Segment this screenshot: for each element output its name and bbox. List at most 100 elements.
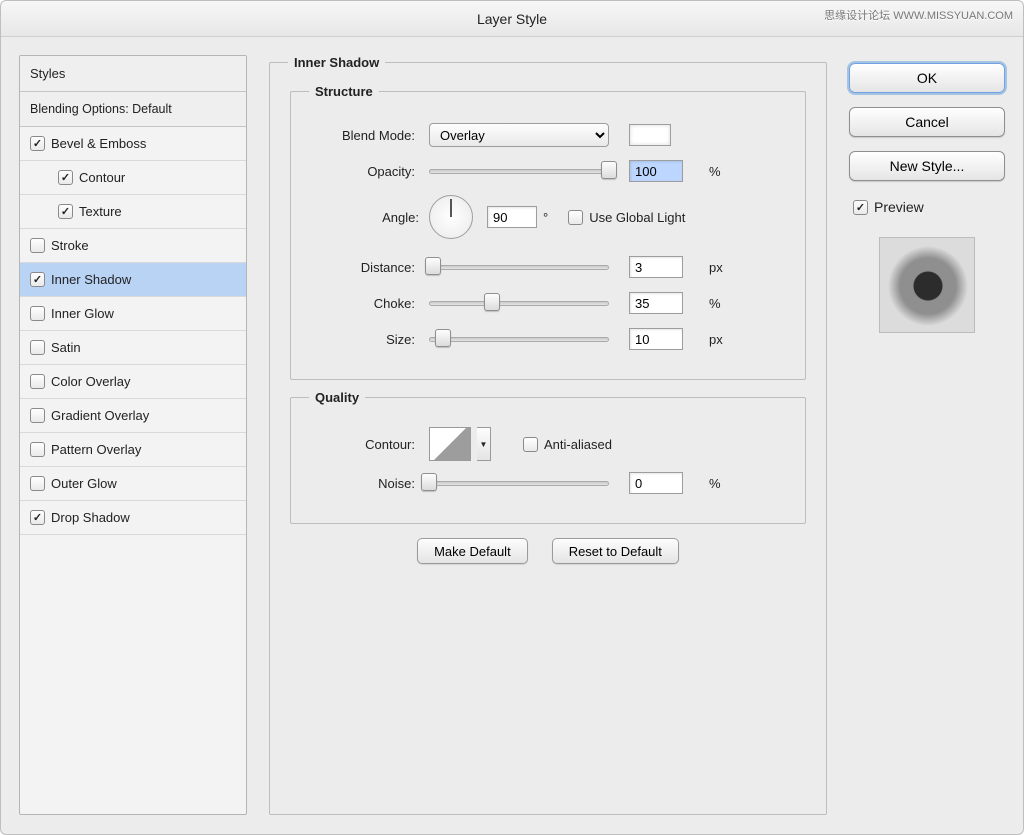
angle-input[interactable] [487, 206, 537, 228]
opacity-label: Opacity: [309, 164, 419, 179]
distance-slider[interactable] [429, 258, 609, 276]
new-style-button[interactable]: New Style... [849, 151, 1005, 181]
style-checkbox[interactable] [30, 306, 45, 321]
quality-group: Quality Contour: ▼ Anti-aliased Noise: [290, 390, 806, 524]
quality-legend: Quality [309, 390, 365, 405]
style-checkbox[interactable] [30, 238, 45, 253]
inner-shadow-legend: Inner Shadow [288, 55, 385, 70]
style-item-label: Color Overlay [51, 374, 130, 389]
noise-unit: % [709, 476, 739, 491]
style-item-label: Drop Shadow [51, 510, 130, 525]
size-unit: px [709, 332, 739, 347]
opacity-slider[interactable] [429, 162, 609, 180]
angle-unit: ° [543, 210, 548, 225]
cancel-button[interactable]: Cancel [849, 107, 1005, 137]
contour-label: Contour: [309, 437, 419, 452]
styles-sidebar: Styles Blending Options: Default Bevel &… [19, 55, 247, 815]
choke-unit: % [709, 296, 739, 311]
style-item-label: Contour [79, 170, 125, 185]
distance-label: Distance: [309, 260, 419, 275]
sidebar-item-inner-glow[interactable]: Inner Glow [20, 297, 246, 331]
preview-checkbox[interactable] [853, 200, 868, 215]
style-item-label: Inner Shadow [51, 272, 131, 287]
style-checkbox[interactable] [30, 340, 45, 355]
blend-mode-row: Blend Mode: Overlay [309, 121, 787, 149]
style-item-label: Texture [79, 204, 122, 219]
sidebar-header[interactable]: Styles [20, 56, 246, 92]
blend-mode-select[interactable]: Overlay [429, 123, 609, 147]
style-list: Bevel & Emboss Contour Texture Stroke Inner … [20, 127, 246, 535]
structure-group: Structure Blend Mode: Overlay Opacity: % [290, 84, 806, 380]
sidebar-blending-options[interactable]: Blending Options: Default [20, 92, 246, 127]
blend-mode-label: Blend Mode: [309, 128, 419, 143]
noise-slider[interactable] [429, 474, 609, 492]
noise-label: Noise: [309, 476, 419, 491]
layer-style-dialog: Layer Style 思缘设计论坛 WWW.MISSYUAN.COM Styl… [0, 0, 1024, 835]
global-light-checkbox[interactable] [568, 210, 583, 225]
size-input[interactable] [629, 328, 683, 350]
style-item-label: Gradient Overlay [51, 408, 149, 423]
sidebar-item-gradient-overlay[interactable]: Gradient Overlay [20, 399, 246, 433]
choke-input[interactable] [629, 292, 683, 314]
sidebar-item-outer-glow[interactable]: Outer Glow [20, 467, 246, 501]
style-item-label: Stroke [51, 238, 89, 253]
opacity-row: Opacity: % [309, 157, 787, 185]
sidebar-item-texture[interactable]: Texture [20, 195, 246, 229]
ok-button[interactable]: OK [849, 63, 1005, 93]
noise-row: Noise: % [309, 469, 787, 497]
global-light-label: Use Global Light [589, 210, 685, 225]
noise-input[interactable] [629, 472, 683, 494]
style-checkbox[interactable] [30, 510, 45, 525]
sidebar-item-contour[interactable]: Contour [20, 161, 246, 195]
distance-row: Distance: px [309, 253, 787, 281]
sidebar-item-color-overlay[interactable]: Color Overlay [20, 365, 246, 399]
sidebar-item-stroke[interactable]: Stroke [20, 229, 246, 263]
style-checkbox[interactable] [30, 272, 45, 287]
right-buttons-panel: OK Cancel New Style... Preview [849, 55, 1005, 816]
watermark-text: 思缘设计论坛 WWW.MISSYUAN.COM [824, 7, 1013, 23]
inner-shadow-group: Inner Shadow Structure Blend Mode: Overl… [269, 55, 827, 815]
style-checkbox[interactable] [58, 204, 73, 219]
choke-row: Choke: % [309, 289, 787, 317]
choke-label: Choke: [309, 296, 419, 311]
contour-picker[interactable] [429, 427, 471, 461]
distance-input[interactable] [629, 256, 683, 278]
make-default-button[interactable]: Make Default [417, 538, 528, 564]
size-slider[interactable] [429, 330, 609, 348]
style-checkbox[interactable] [30, 136, 45, 151]
sidebar-item-inner-shadow[interactable]: Inner Shadow [20, 263, 246, 297]
default-buttons-row: Make Default Reset to Default [288, 538, 808, 564]
size-row: Size: px [309, 325, 787, 353]
style-item-label: Outer Glow [51, 476, 117, 491]
style-item-label: Bevel & Emboss [51, 136, 146, 151]
antialiased-checkbox[interactable] [523, 437, 538, 452]
preview-label: Preview [874, 199, 924, 215]
angle-dial[interactable] [429, 195, 473, 239]
sidebar-item-bevel-emboss[interactable]: Bevel & Emboss [20, 127, 246, 161]
style-item-label: Satin [51, 340, 81, 355]
sidebar-item-pattern-overlay[interactable]: Pattern Overlay [20, 433, 246, 467]
contour-row: Contour: ▼ Anti-aliased [309, 427, 787, 461]
distance-unit: px [709, 260, 739, 275]
sidebar-item-drop-shadow[interactable]: Drop Shadow [20, 501, 246, 535]
antialiased-label: Anti-aliased [544, 437, 612, 452]
reset-default-button[interactable]: Reset to Default [552, 538, 679, 564]
angle-label: Angle: [309, 210, 419, 225]
structure-legend: Structure [309, 84, 379, 99]
sidebar-item-satin[interactable]: Satin [20, 331, 246, 365]
dialog-content: Styles Blending Options: Default Bevel &… [1, 37, 1023, 834]
chevron-down-icon[interactable]: ▼ [477, 427, 491, 461]
style-checkbox[interactable] [30, 408, 45, 423]
preview-toggle[interactable]: Preview [849, 199, 1005, 215]
style-checkbox[interactable] [58, 170, 73, 185]
choke-slider[interactable] [429, 294, 609, 312]
style-checkbox[interactable] [30, 374, 45, 389]
style-checkbox[interactable] [30, 442, 45, 457]
style-checkbox[interactable] [30, 476, 45, 491]
opacity-unit: % [709, 164, 739, 179]
size-label: Size: [309, 332, 419, 347]
settings-panel: Inner Shadow Structure Blend Mode: Overl… [267, 55, 829, 815]
color-swatch[interactable] [629, 124, 671, 146]
preview-thumbnail [879, 237, 975, 333]
opacity-input[interactable] [629, 160, 683, 182]
